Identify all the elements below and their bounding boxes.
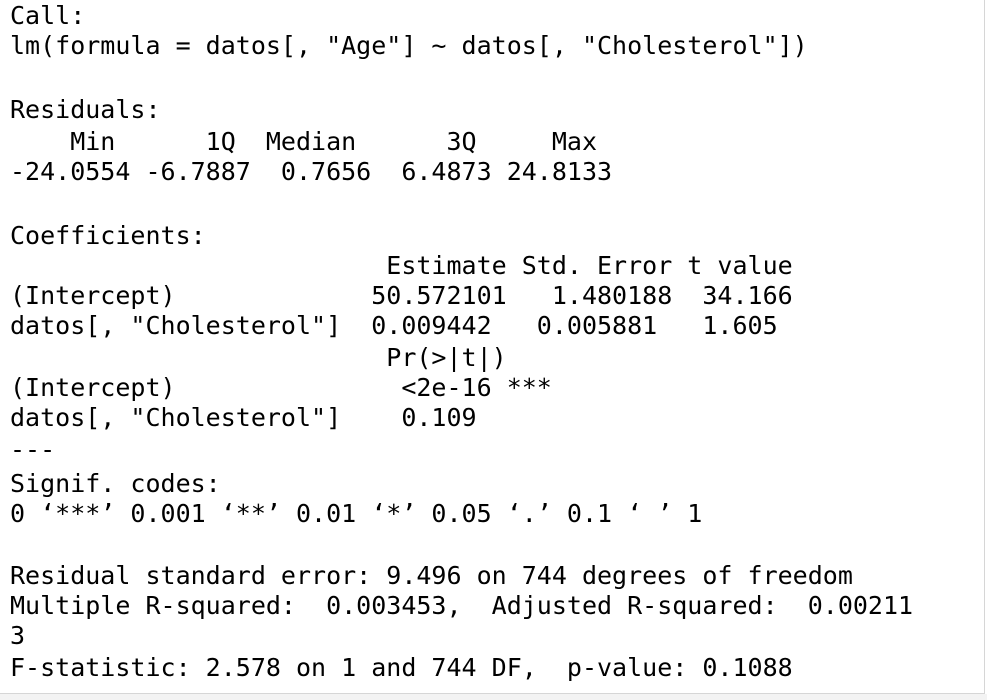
signif-codes-legend: 0 ‘***’ 0.001 ‘**’ 0.01 ‘*’ 0.05 ‘.’ 0.1… <box>10 499 703 528</box>
residuals-quantile-values: -24.0554 -6.7887 0.7656 6.4873 24.8133 <box>10 157 628 186</box>
pvalue-column-header: Pr(>|t|) <box>10 343 567 372</box>
r-squared-line: Multiple R-squared: 0.003453, Adjusted R… <box>10 591 914 620</box>
residuals-quantile-labels: Min 1Q Median 3Q Max <box>10 127 613 156</box>
coefficient-row-cholesterol: datos[, "Cholesterol"] 0.009442 0.005881… <box>10 311 778 340</box>
bottom-border-strip <box>0 694 987 700</box>
r-console-output: Call: lm(formula = datos[, "Age"] ~ dato… <box>0 0 985 694</box>
r-squared-line-wrap: 3 <box>10 621 41 650</box>
signif-codes-header: Signif. codes: <box>10 469 251 498</box>
residuals-header: Residuals: <box>10 95 161 124</box>
separator-dashes: --- <box>10 435 56 464</box>
call-formula: lm(formula = datos[, "Age"] ~ datos[, "C… <box>10 31 808 60</box>
coefficients-column-headers: Estimate Std. Error t value <box>10 251 793 280</box>
coefficients-header: Coefficients: <box>10 221 206 250</box>
residual-standard-error: Residual standard error: 9.496 on 744 de… <box>10 561 853 590</box>
f-statistic-line: F-statistic: 2.578 on 1 and 744 DF, p-va… <box>10 653 793 682</box>
pvalue-row-intercept: (Intercept) <2e-16 *** <box>10 373 552 402</box>
call-header: Call: <box>10 1 86 30</box>
pvalue-row-cholesterol: datos[, "Cholesterol"] 0.109 <box>10 403 537 432</box>
coefficient-row-intercept: (Intercept) 50.572101 1.480188 34.166 <box>10 281 793 310</box>
